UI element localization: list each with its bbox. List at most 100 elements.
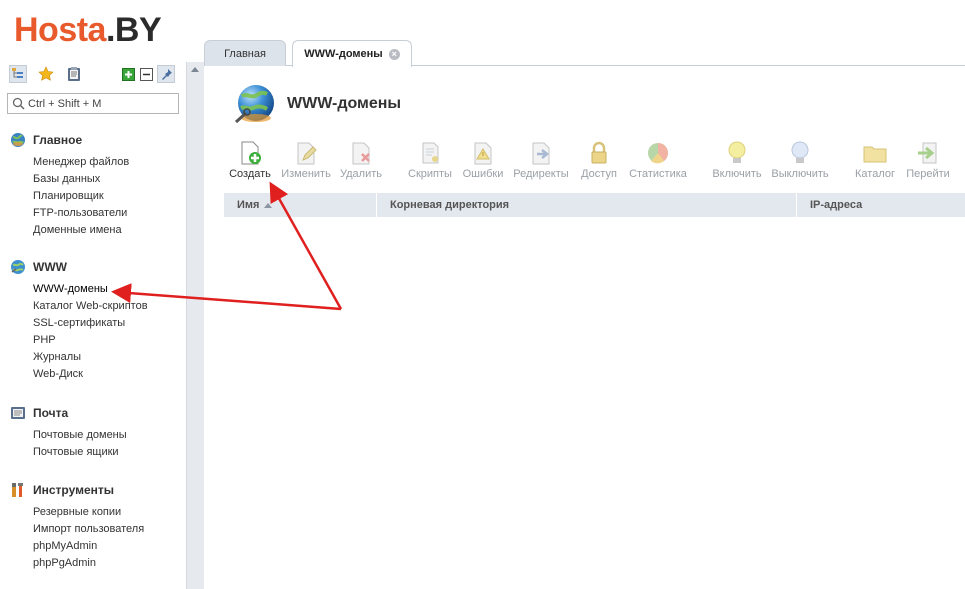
- sidebar-group-header[interactable]: Главное: [10, 132, 82, 148]
- sidebar-toolbar: [9, 65, 181, 85]
- logo-tld: .BY: [105, 11, 162, 49]
- toolbar-label: Скрипты: [408, 168, 452, 180]
- page-title: WWW-домены: [287, 95, 402, 112]
- mail-icon: [11, 407, 25, 419]
- expand-all-icon[interactable]: [119, 65, 137, 83]
- clipboard-icon[interactable]: [65, 65, 83, 83]
- toolbar-label: Перейти: [906, 168, 950, 180]
- sort-asc-icon: [264, 202, 273, 208]
- sidebar-group-items: WWW-домены Каталог Web-скриптов SSL-серт…: [33, 281, 148, 383]
- lock-icon: [591, 141, 607, 164]
- column-header-root-directory[interactable]: Корневая директория: [377, 193, 797, 217]
- search-icon: [12, 97, 25, 110]
- redirects-icon: [532, 142, 550, 165]
- search-field[interactable]: [7, 93, 179, 114]
- toolbar-label: Изменить: [281, 168, 331, 180]
- scroll-up-arrow-icon[interactable]: [191, 67, 199, 72]
- toolbar-label: Создать: [229, 168, 271, 180]
- sidebar-group-items: Менеджер файлов Базы данных Планировщик …: [33, 154, 129, 239]
- table-header: Имя Корневая директория IP-адреса: [224, 193, 965, 217]
- goto-button[interactable]: Перейти: [903, 140, 953, 184]
- folder-icon: [863, 146, 887, 163]
- sidebar-item-web-scripts-catalog[interactable]: Каталог Web-скриптов: [33, 298, 148, 315]
- tools-icon: [12, 483, 23, 497]
- sidebar-item-backups[interactable]: Резервные копии: [33, 504, 144, 521]
- disable-bulb-icon: [791, 141, 809, 163]
- page-header: WWW-домены: [233, 82, 401, 126]
- column-label: Корневая директория: [390, 199, 510, 211]
- statistics-button[interactable]: Статистика: [627, 140, 689, 184]
- search-input[interactable]: [28, 96, 176, 111]
- sidebar-group-title: Инструменты: [33, 483, 115, 497]
- tab-bar: Главная WWW-домены ×: [204, 40, 965, 67]
- access-button[interactable]: Доступ: [578, 140, 620, 184]
- scripts-icon: [422, 142, 439, 164]
- action-toolbar: Создать Изменить Удалить Скрипты Ошибки …: [224, 140, 965, 184]
- errors-icon: [474, 142, 492, 165]
- sidebar-item-phppgadmin[interactable]: phpPgAdmin: [33, 555, 144, 572]
- sidebar-item-file-manager[interactable]: Менеджер файлов: [33, 154, 129, 171]
- sidebar-group-title: Почта: [33, 406, 69, 420]
- toolbar-label: Редиректы: [513, 168, 569, 180]
- edit-button[interactable]: Изменить: [280, 140, 332, 184]
- toolbar-label: Доступ: [581, 168, 617, 180]
- toolbar-label: Ошибки: [462, 168, 504, 180]
- sidebar-group-header[interactable]: WWW: [10, 259, 67, 275]
- toolbar-label: Каталог: [855, 168, 895, 180]
- app-root: Hosta.BY Ctrl + Shift + M Главное Менедж…: [0, 0, 965, 589]
- delete-icon: [352, 142, 370, 165]
- collapse-all-icon[interactable]: [137, 65, 155, 83]
- column-label: Имя: [237, 199, 260, 211]
- sidebar-item-scheduler[interactable]: Планировщик: [33, 188, 129, 205]
- errors-button[interactable]: Ошибки: [460, 140, 506, 184]
- sidebar-item-mailboxes[interactable]: Почтовые ящики: [33, 444, 127, 461]
- sidebar-item-domain-names[interactable]: Доменные имена: [33, 222, 129, 239]
- edit-icon: [297, 142, 317, 165]
- www-globe-icon: [11, 260, 25, 274]
- sidebar-item-phpmyadmin[interactable]: phpMyAdmin: [33, 538, 144, 555]
- sidebar-group-items: Резервные копии Импорт пользователя phpM…: [33, 504, 144, 572]
- enable-button[interactable]: Включить: [711, 140, 763, 184]
- sidebar-group-title: WWW: [33, 260, 67, 274]
- sidebar-group-header[interactable]: Почта: [10, 405, 68, 421]
- sidebar-item-mail-domains[interactable]: Почтовые домены: [33, 427, 127, 444]
- column-header-ip-addresses[interactable]: IP-адреса: [797, 193, 965, 217]
- sidebar: Главное Менеджер файлов Базы данных План…: [0, 62, 186, 589]
- close-tab-icon[interactable]: ×: [388, 48, 400, 60]
- sidebar-item-ftp-users[interactable]: FTP-пользователи: [33, 205, 129, 222]
- enable-bulb-icon: [728, 141, 746, 163]
- column-label: IP-адреса: [810, 199, 863, 211]
- sidebar-item-php[interactable]: PHP: [33, 332, 148, 349]
- www-globe-large-icon: [234, 85, 274, 124]
- sidebar-group-header[interactable]: Инструменты: [10, 482, 114, 498]
- favorites-star-icon[interactable]: [37, 65, 55, 83]
- sidebar-item-import-user[interactable]: Импорт пользователя: [33, 521, 144, 538]
- column-header-name[interactable]: Имя: [224, 193, 377, 217]
- statistics-icon: [648, 143, 668, 164]
- sidebar-item-www-domains[interactable]: WWW-домены: [33, 281, 148, 298]
- toolbar-label: Выключить: [771, 168, 829, 180]
- logo-brand: Hosta: [14, 11, 106, 49]
- create-button[interactable]: Создать: [228, 140, 272, 184]
- catalog-button[interactable]: Каталог: [852, 140, 898, 184]
- delete-button[interactable]: Удалить: [338, 140, 384, 184]
- scripts-button[interactable]: Скрипты: [406, 140, 454, 184]
- sidebar-scrollbar[interactable]: [186, 62, 204, 589]
- toolbar-label: Удалить: [340, 168, 382, 180]
- disable-button[interactable]: Выключить: [769, 140, 831, 184]
- sidebar-item-logs[interactable]: Журналы: [33, 349, 148, 366]
- pin-icon[interactable]: [157, 65, 175, 83]
- sidebar-item-databases[interactable]: Базы данных: [33, 171, 129, 188]
- create-icon: [241, 141, 261, 165]
- tree-view-icon[interactable]: [9, 65, 27, 83]
- toolbar-label: Статистика: [629, 168, 687, 180]
- redirects-button[interactable]: Редиректы: [512, 140, 570, 184]
- sidebar-group-title: Главное: [33, 133, 83, 147]
- toolbar-label: Включить: [712, 168, 762, 180]
- sidebar-item-ssl-certificates[interactable]: SSL-сертификаты: [33, 315, 148, 332]
- tab-home[interactable]: Главная: [204, 40, 286, 66]
- tab-www-domains[interactable]: WWW-домены ×: [292, 40, 412, 67]
- goto-icon: [918, 142, 937, 164]
- sidebar-item-web-disk[interactable]: Web-Диск: [33, 366, 148, 383]
- globe-icon: [11, 133, 25, 147]
